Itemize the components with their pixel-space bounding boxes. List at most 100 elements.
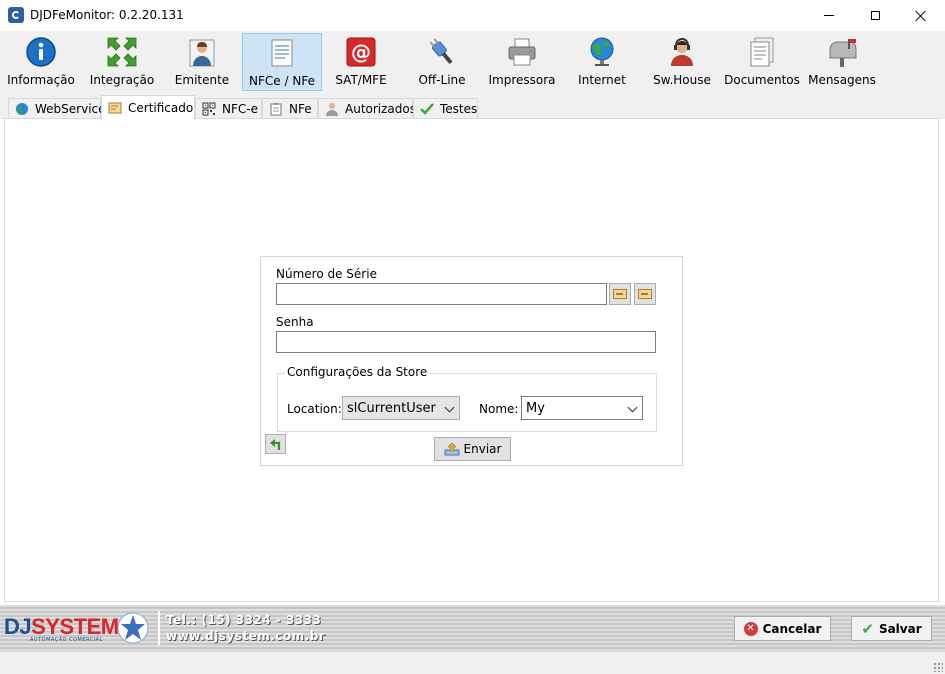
toolbar-label: Integração (89, 73, 155, 87)
certificate-panel: Número de Série Senha Configurações da S… (260, 256, 683, 466)
location-value: slCurrentUser (347, 400, 436, 416)
toolbar-nfce-nfe[interactable]: NFCe / NFe (242, 33, 322, 91)
cancel-label: Cancelar (762, 621, 822, 636)
send-tray-icon (444, 442, 460, 456)
qrcode-icon (202, 102, 216, 116)
cancel-button[interactable]: ✕ Cancelar (734, 616, 831, 641)
name-value: My (526, 400, 545, 416)
mailbox-icon (829, 39, 857, 67)
headset-user-icon (671, 37, 693, 66)
location-label: Location: (287, 402, 342, 416)
save-label: Salvar (878, 621, 922, 636)
maximize-icon (870, 11, 880, 20)
footer-bar: DJSYSTEM AUTOMAÇÃO COMERCIAL Tel.: (15) … (0, 605, 945, 651)
certificate-card-icon (638, 289, 652, 299)
certificate-icon (108, 102, 122, 114)
store-settings-group: Configurações da Store Location: slCurre… (277, 365, 657, 432)
tab-nfe[interactable]: NFe (262, 98, 318, 119)
toolbar-impressora[interactable]: Impressora (486, 33, 558, 91)
save-button[interactable]: ✔ Salvar (851, 616, 932, 641)
name-select[interactable]: My (521, 396, 643, 420)
password-input[interactable] (276, 331, 656, 353)
title-bar: DJDFeMonitor: 0.2.20.131 (0, 0, 945, 32)
tab-label: WebService (35, 102, 106, 116)
tab-certificado[interactable]: Certificado (101, 95, 195, 120)
tab-webservice[interactable]: WebService (8, 98, 106, 119)
send-label: Enviar (463, 442, 502, 456)
close-icon (915, 10, 927, 22)
cancel-icon: ✕ (743, 621, 758, 636)
toolbar-mensagens[interactable]: Mensagens (808, 33, 876, 91)
send-button[interactable]: Enviar (434, 437, 511, 461)
person-icon (189, 39, 215, 67)
users-icon (326, 103, 338, 116)
toolbar-label: SAT/MFE (335, 73, 387, 87)
integration-arrows-icon (107, 37, 137, 67)
serial-number-input[interactable] (276, 283, 607, 305)
serial-number-label: Número de Série (276, 267, 377, 281)
tab-nfc-e[interactable]: NFC-e (195, 98, 262, 119)
toolbar-label: Documentos (724, 73, 800, 87)
toolbar-internet[interactable]: Internet (574, 33, 630, 91)
tab-label: Certificado (128, 101, 194, 115)
toolbar-label: Emitente (174, 73, 230, 87)
tab-label: Autorizados (345, 102, 416, 116)
location-select[interactable]: slCurrentUser (342, 396, 460, 420)
tab-testes[interactable]: Testes (413, 98, 478, 119)
tab-label: NFe (289, 102, 312, 116)
globe-icon (590, 37, 614, 66)
password-label: Senha (276, 315, 314, 329)
info-icon (26, 37, 56, 67)
toolbar-label: Informação (7, 73, 75, 87)
website-text: www.djsystem.com.br (166, 629, 326, 643)
logo-star-icon (117, 612, 149, 644)
toolbar-label: NFCe / NFe (249, 74, 315, 88)
window-title: DJDFeMonitor: 0.2.20.131 (30, 8, 184, 22)
tab-label: NFC-e (222, 102, 258, 116)
phone-text: Tel.: (15) 3324 - 3333 (166, 613, 322, 627)
toolbar-label: Impressora (488, 73, 556, 87)
app-logo-icon (8, 7, 24, 23)
close-button[interactable] (898, 0, 944, 31)
store-group-title: Configurações da Store (285, 365, 430, 379)
main-toolbar: Informação Integração Emitente NFCe / NF… (0, 31, 945, 93)
toolbar-label: Mensagens (808, 73, 876, 87)
tab-label: Testes (440, 102, 478, 116)
footer-separator (158, 611, 160, 645)
check-icon: ✔ (861, 619, 874, 638)
logo-subtitle: AUTOMAÇÃO COMERCIAL (30, 637, 103, 643)
back-button[interactable] (265, 434, 286, 454)
toolbar-off-line[interactable]: Off-Line (410, 33, 474, 91)
globe-icon (16, 103, 28, 115)
toolbar-sw-house[interactable]: Sw.House (650, 33, 714, 91)
check-icon (420, 103, 434, 115)
plug-icon (429, 38, 453, 65)
toolbar-label: Off-Line (418, 73, 466, 87)
toolbar-informacao[interactable]: Informação (4, 33, 78, 91)
resize-grip-icon[interactable] (933, 662, 943, 672)
printer-icon (508, 38, 536, 66)
toolbar-emitente[interactable]: Emitente (168, 33, 236, 91)
documents-icon (750, 37, 774, 67)
toolbar-label: Sw.House (653, 73, 711, 87)
toolbar-integracao[interactable]: Integração (86, 33, 158, 91)
status-bar (0, 651, 945, 674)
minimize-button[interactable] (806, 0, 852, 31)
chevron-down-icon (444, 402, 455, 413)
svg-text:@: @ (351, 40, 371, 64)
minimize-icon (824, 15, 834, 16)
toolbar-label: Internet (578, 73, 626, 87)
maximize-button[interactable] (852, 0, 898, 31)
toolbar-documentos[interactable]: Documentos (724, 33, 800, 91)
name-label: Nome: (479, 402, 519, 416)
certificate-card-icon (613, 289, 627, 299)
back-arrow-icon (269, 439, 280, 450)
tab-autorizados[interactable]: Autorizados (318, 98, 416, 119)
at-sign-icon: @ (346, 37, 376, 67)
toolbar-sat-mfe[interactable]: @ SAT/MFE (328, 33, 394, 91)
select-certificate-button[interactable] (609, 283, 631, 305)
clipboard-icon (270, 103, 282, 116)
tab-strip: WebService Certificado NFC-e NFe Autoriz… (0, 93, 945, 120)
document-icon (271, 39, 293, 67)
view-certificate-button[interactable] (634, 283, 656, 305)
